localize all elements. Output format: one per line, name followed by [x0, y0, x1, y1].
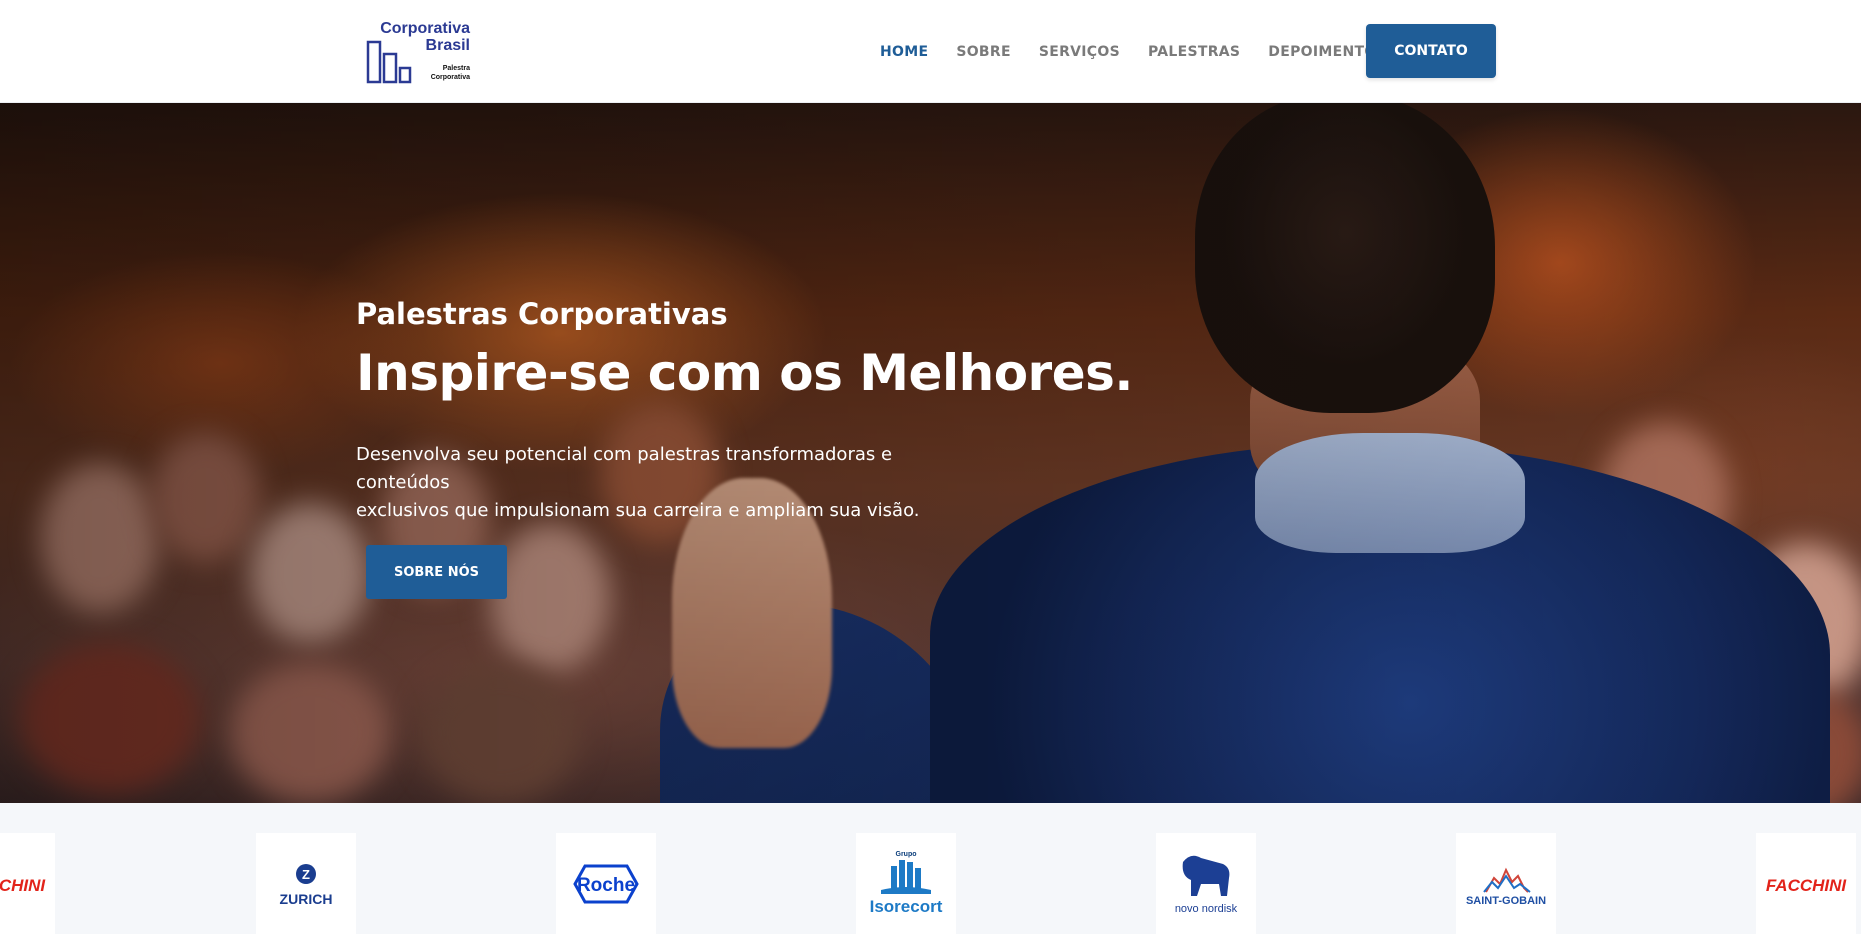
brand-tagline: Palestra Corporativa — [431, 64, 470, 82]
client-name: FACCHINI — [0, 876, 46, 895]
brand-name-line1: Corporativa — [380, 20, 470, 37]
client-name: Isorecort — [870, 897, 943, 916]
hero-title: Inspire-se com os Melhores. — [356, 344, 1133, 402]
hero-eyebrow: Palestras Corporativas — [356, 297, 728, 331]
contact-button[interactable]: CONTATO — [1366, 24, 1496, 78]
nav-item-palestras[interactable]: PALESTRAS — [1148, 44, 1240, 60]
novo-nordisk-logo-icon: novo nordisk — [1175, 855, 1238, 915]
facchini-logo-icon: FACCHINI — [1766, 876, 1848, 895]
client-logo-facchini-partial[interactable]: FACCHINI — [0, 833, 55, 934]
main-nav: HOME SOBRE SERVIÇOS PALESTRAS DEPOIMENTO… — [880, 40, 1415, 64]
brand-tagline-line1: Palestra — [442, 65, 470, 72]
hero-description-line1: Desenvolva seu potencial com palestras t… — [356, 444, 893, 493]
client-logo-roche[interactable]: Roche — [556, 833, 656, 934]
saint-gobain-logo-icon: SAINT-GOBAIN — [1466, 867, 1546, 907]
hero-description: Desenvolva seu potencial com palestras t… — [356, 441, 976, 525]
hero-section: Palestras Corporativas Inspire-se com os… — [0, 103, 1861, 803]
svg-text:Z: Z — [302, 867, 310, 882]
client-name: novo nordisk — [1175, 903, 1238, 915]
bar-chart-logo-icon — [366, 40, 412, 84]
nav-item-servicos[interactable]: SERVIÇOS — [1039, 44, 1120, 60]
client-logo-novo-nordisk[interactable]: novo nordisk — [1156, 833, 1256, 934]
site-header: Corporativa Brasil Palestra Corporativa … — [0, 0, 1861, 103]
zurich-logo-icon: Z ZURICH — [280, 863, 333, 907]
client-name: ZURICH — [280, 891, 333, 907]
client-logo-isorecort[interactable]: Grupo Isorecort — [856, 833, 956, 934]
client-logo-zurich[interactable]: Z ZURICH — [256, 833, 356, 934]
about-us-button[interactable]: SOBRE NÓS — [366, 545, 507, 599]
hero-content: Palestras Corporativas Inspire-se com os… — [356, 295, 1156, 525]
facchini-logo-icon: FACCHINI — [0, 876, 46, 895]
client-prefix: Grupo — [896, 851, 917, 858]
brand-logo[interactable]: Corporativa Brasil Palestra Corporativa — [366, 20, 470, 84]
roche-logo-icon: Roche — [573, 864, 639, 903]
client-logos-strip: FACCHINI Z ZURICH Roche Grupo Isorecort — [0, 803, 1861, 934]
client-name: SAINT-GOBAIN — [1466, 895, 1546, 907]
client-logo-facchini[interactable]: FACCHINI — [1756, 833, 1856, 934]
isorecort-logo-icon: Grupo Isorecort — [870, 851, 943, 916]
nav-item-sobre[interactable]: SOBRE — [956, 44, 1011, 60]
brand-tagline-line2: Corporativa — [430, 74, 470, 81]
client-logo-saint-gobain[interactable]: SAINT-GOBAIN — [1456, 833, 1556, 934]
hero-description-line2: exclusivos que impulsionam sua carreira … — [356, 500, 920, 521]
nav-item-home[interactable]: HOME — [880, 44, 928, 60]
client-name: FACCHINI — [1766, 876, 1848, 895]
client-name: Roche — [577, 875, 635, 896]
